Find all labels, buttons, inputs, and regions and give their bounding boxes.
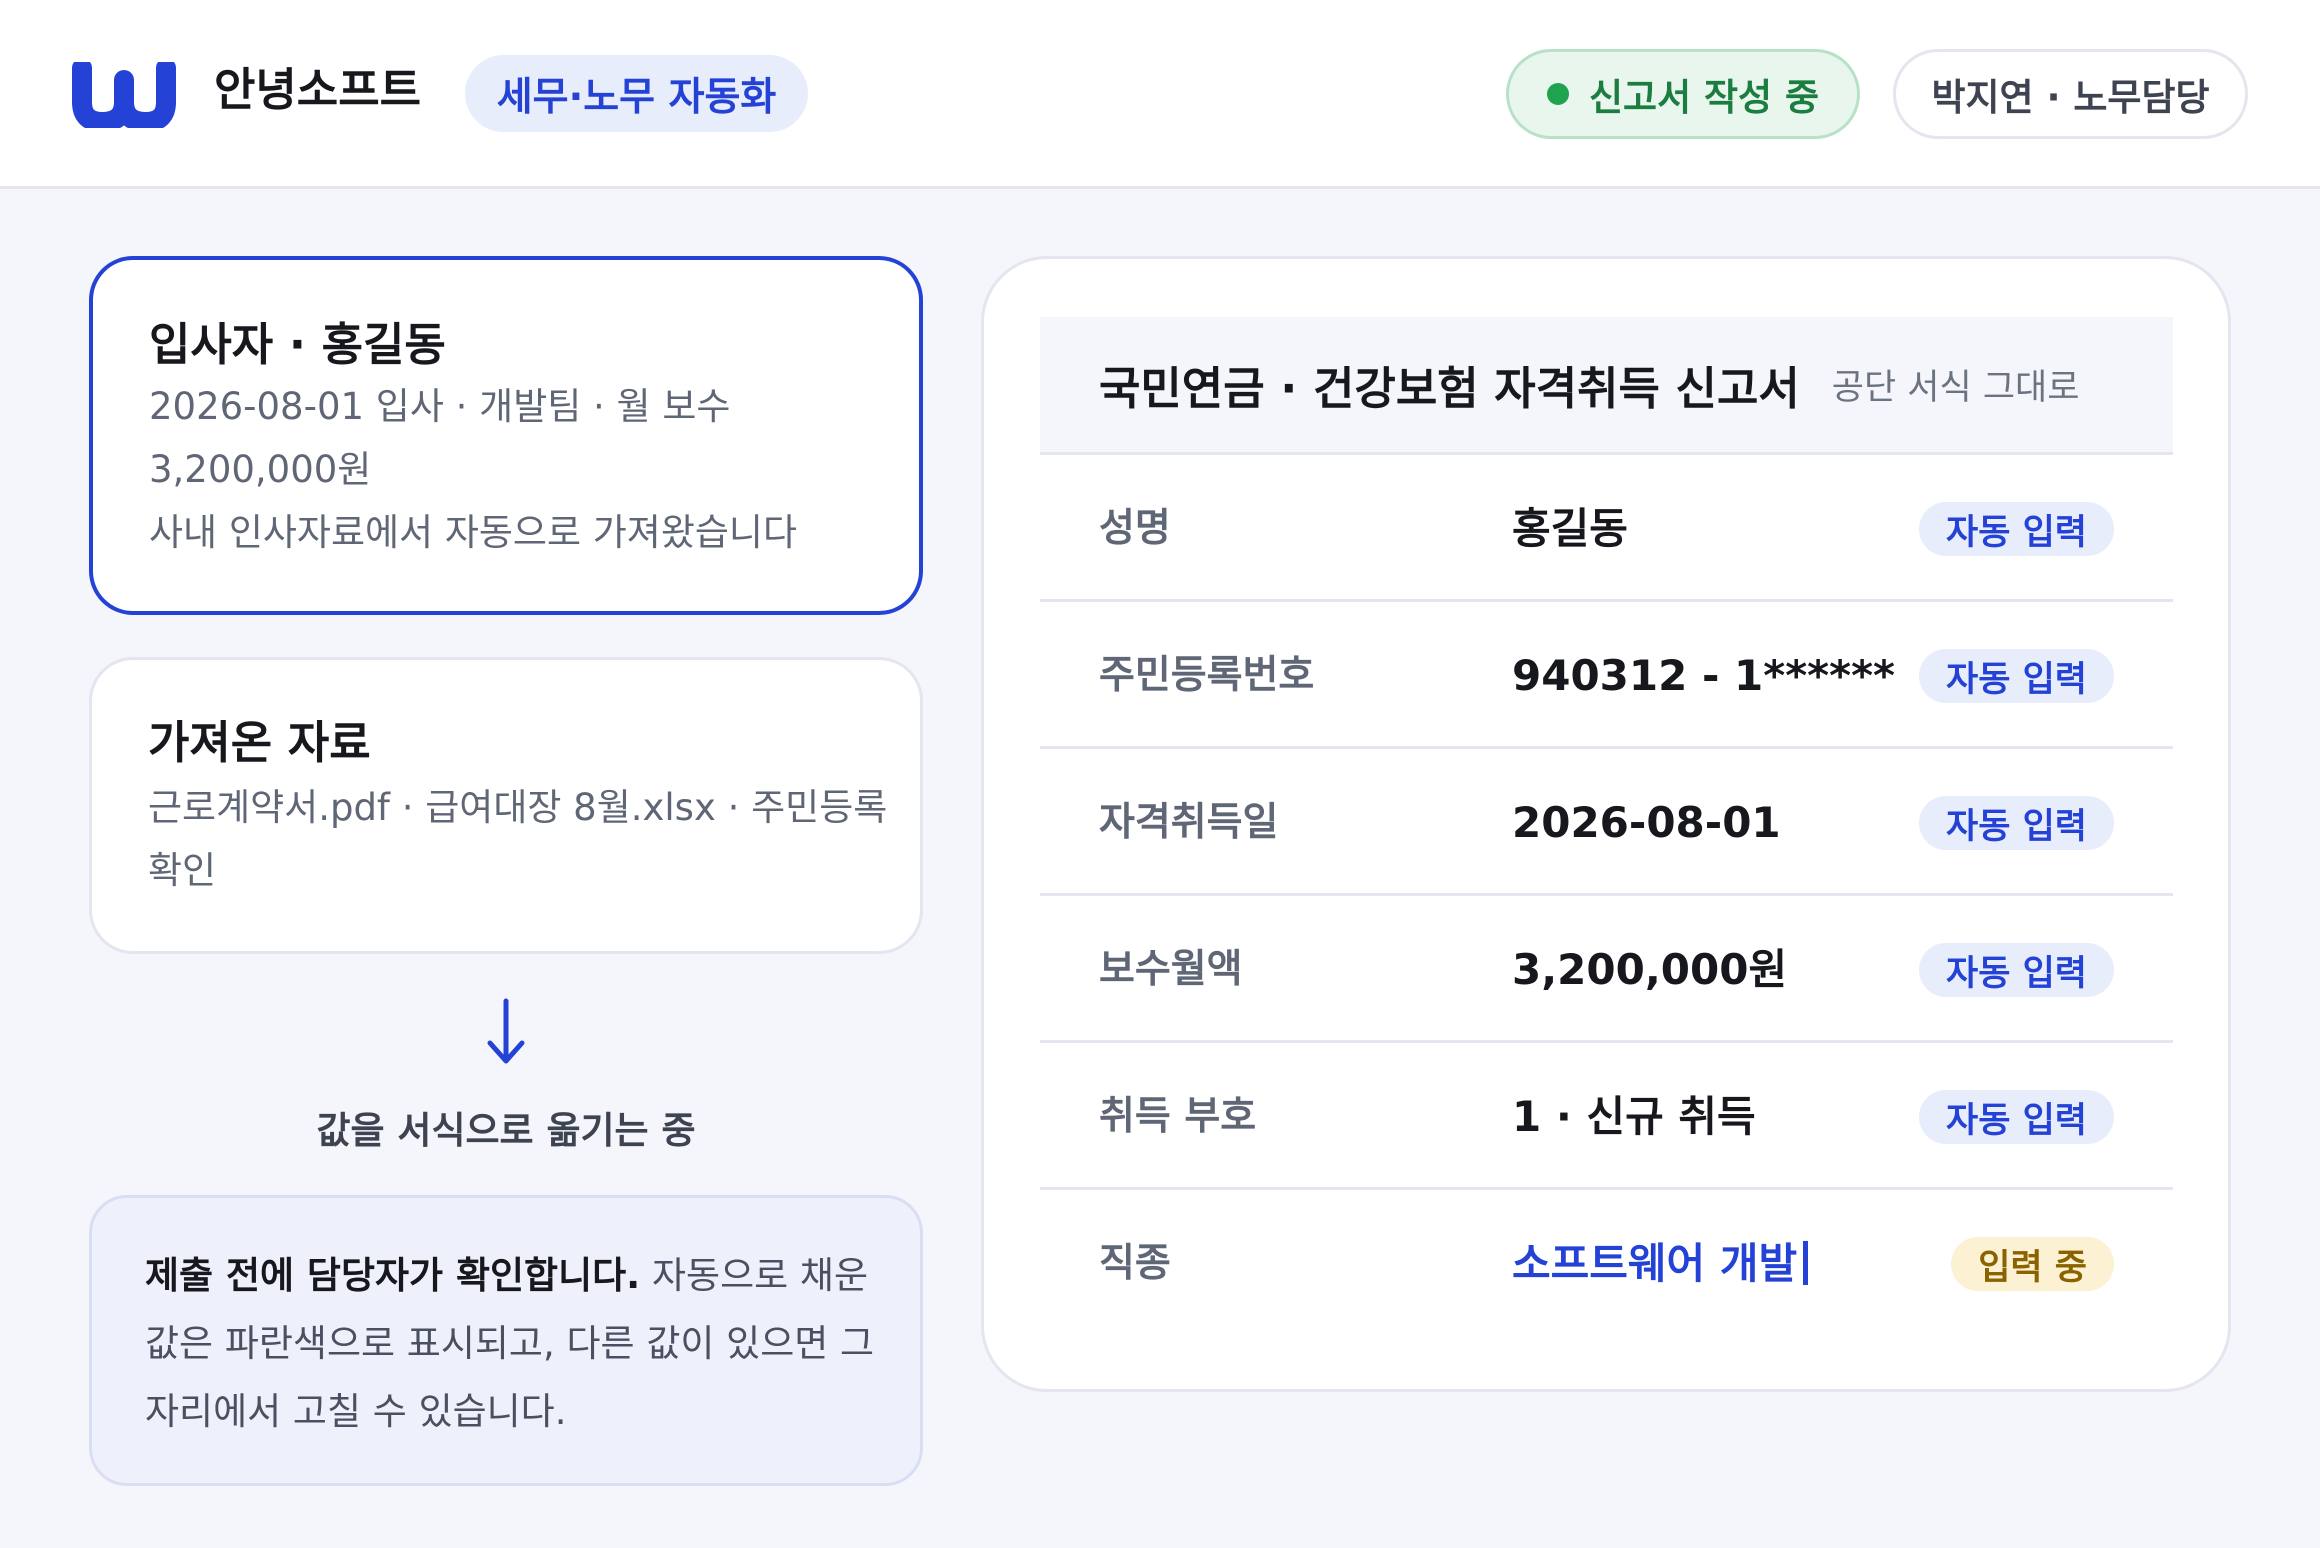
- auto-fill-badge: 자동 입력: [1919, 943, 2114, 997]
- auto-fill-badge: 자동 입력: [1919, 1090, 2114, 1144]
- hire-info-card[interactable]: 입사자 · 홍길동 2026-08-01 입사 · 개발팀 · 월 보수 3,2…: [89, 256, 923, 615]
- flow-status-label: 값을 서식으로 옮기는 중: [316, 1109, 696, 1152]
- brand-name: 안녕소프트: [214, 63, 422, 116]
- field-value-input[interactable]: 홍길동: [1512, 455, 1628, 602]
- source-title: 가져온 자료: [148, 716, 371, 769]
- hire-title: 입사자 · 홍길동: [149, 318, 446, 371]
- hire-detail-line: 사내 인사자료에서 자동으로 가져왔습니다: [149, 511, 798, 554]
- auto-fill-badge: 자동 입력: [1919, 502, 2114, 556]
- status-dot-icon: [1546, 83, 1569, 105]
- field-label: 성명: [1099, 506, 1171, 551]
- hire-detail-line: 2026-08-01 입사 · 개발팀 · 월 보수: [149, 385, 731, 428]
- status-badge: 신고서 작성 중: [1506, 49, 1860, 139]
- app-header: 안녕소프트 세무·노무 자동화 신고서 작성 중 박지연 · 노무담당: [0, 0, 2320, 189]
- field-value-input[interactable]: 2026-08-01: [1512, 749, 1781, 896]
- field-value-input[interactable]: 940312 - 1******: [1512, 602, 1895, 749]
- occupation-input-text: 소프트웨어 개발: [1512, 1239, 1798, 1288]
- auto-fill-badge: 자동 입력: [1919, 649, 2114, 703]
- review-note-text: 제출 전에 담당자가 확인합니다. 자동으로 채운 값은 파란색으로 표시되고,…: [145, 1242, 885, 1446]
- source-file-line: 확인: [148, 849, 217, 892]
- hire-detail-line: 3,200,000원: [149, 448, 372, 491]
- field-value-input[interactable]: 3,200,000원: [1512, 896, 1787, 1043]
- arrow-down-icon: [487, 998, 525, 1064]
- form-row-acquisition-code: 취득 부호 1 · 신규 취득 자동 입력: [1040, 1043, 2173, 1190]
- form-row-acquisition-date: 자격취득일 2026-08-01 자동 입력: [1040, 749, 2173, 896]
- user-menu-button[interactable]: 박지연 · 노무담당: [1893, 49, 2248, 139]
- product-badge: 세무·노무 자동화: [465, 55, 808, 132]
- form-row-monthly-pay: 보수월액 3,200,000원 자동 입력: [1040, 896, 2173, 1043]
- typing-badge: 입력 중: [1951, 1237, 2114, 1291]
- field-label: 주민등록번호: [1099, 653, 1315, 698]
- form-header: 국민연금 · 건강보험 자격취득 신고서 공단 서식 그대로: [1040, 317, 2173, 455]
- auto-fill-badge: 자동 입력: [1919, 796, 2114, 850]
- review-note-strong: 제출 전에 담당자가 확인합니다.: [145, 1254, 641, 1297]
- form-row-resident-number: 주민등록번호 940312 - 1****** 자동 입력: [1040, 602, 2173, 749]
- field-label: 자격취득일: [1099, 800, 1279, 845]
- enrollment-form-card: 국민연금 · 건강보험 자격취득 신고서 공단 서식 그대로 성명 홍길동 자동…: [981, 256, 2231, 1392]
- occupation-input[interactable]: 소프트웨어 개발: [1512, 1190, 1809, 1337]
- form-row-occupation: 직종 소프트웨어 개발 입력 중: [1040, 1190, 2173, 1337]
- field-label: 보수월액: [1099, 947, 1243, 992]
- field-label: 취득 부호: [1099, 1094, 1257, 1139]
- field-label: 직종: [1099, 1241, 1171, 1286]
- field-value-input[interactable]: 1 · 신규 취득: [1512, 1043, 1756, 1190]
- form-title: 국민연금 · 건강보험 자격취득 신고서: [1099, 362, 1800, 415]
- status-label: 신고서 작성 중: [1588, 76, 1819, 119]
- form-subtitle: 공단 서식 그대로: [1831, 368, 2080, 408]
- review-note: 제출 전에 담당자가 확인합니다. 자동으로 채운 값은 파란색으로 표시되고,…: [89, 1195, 923, 1486]
- form-row-name: 성명 홍길동 자동 입력: [1040, 455, 2173, 602]
- source-file-line: 근로계약서.pdf · 급여대장 8월.xlsx · 주민등록: [148, 786, 888, 829]
- source-files: 근로계약서.pdf · 급여대장 8월.xlsx · 주민등록 확인: [148, 776, 888, 902]
- form-rows: 성명 홍길동 자동 입력 주민등록번호 940312 - 1****** 자동 …: [1040, 455, 2173, 1337]
- text-caret: [1803, 1240, 1809, 1285]
- source-files-card[interactable]: 가져온 자료 근로계약서.pdf · 급여대장 8월.xlsx · 주민등록 확…: [89, 657, 923, 954]
- brand-logo-icon: [72, 62, 176, 128]
- hire-details: 2026-08-01 입사 · 개발팀 · 월 보수 3,200,000원 사내…: [149, 375, 889, 564]
